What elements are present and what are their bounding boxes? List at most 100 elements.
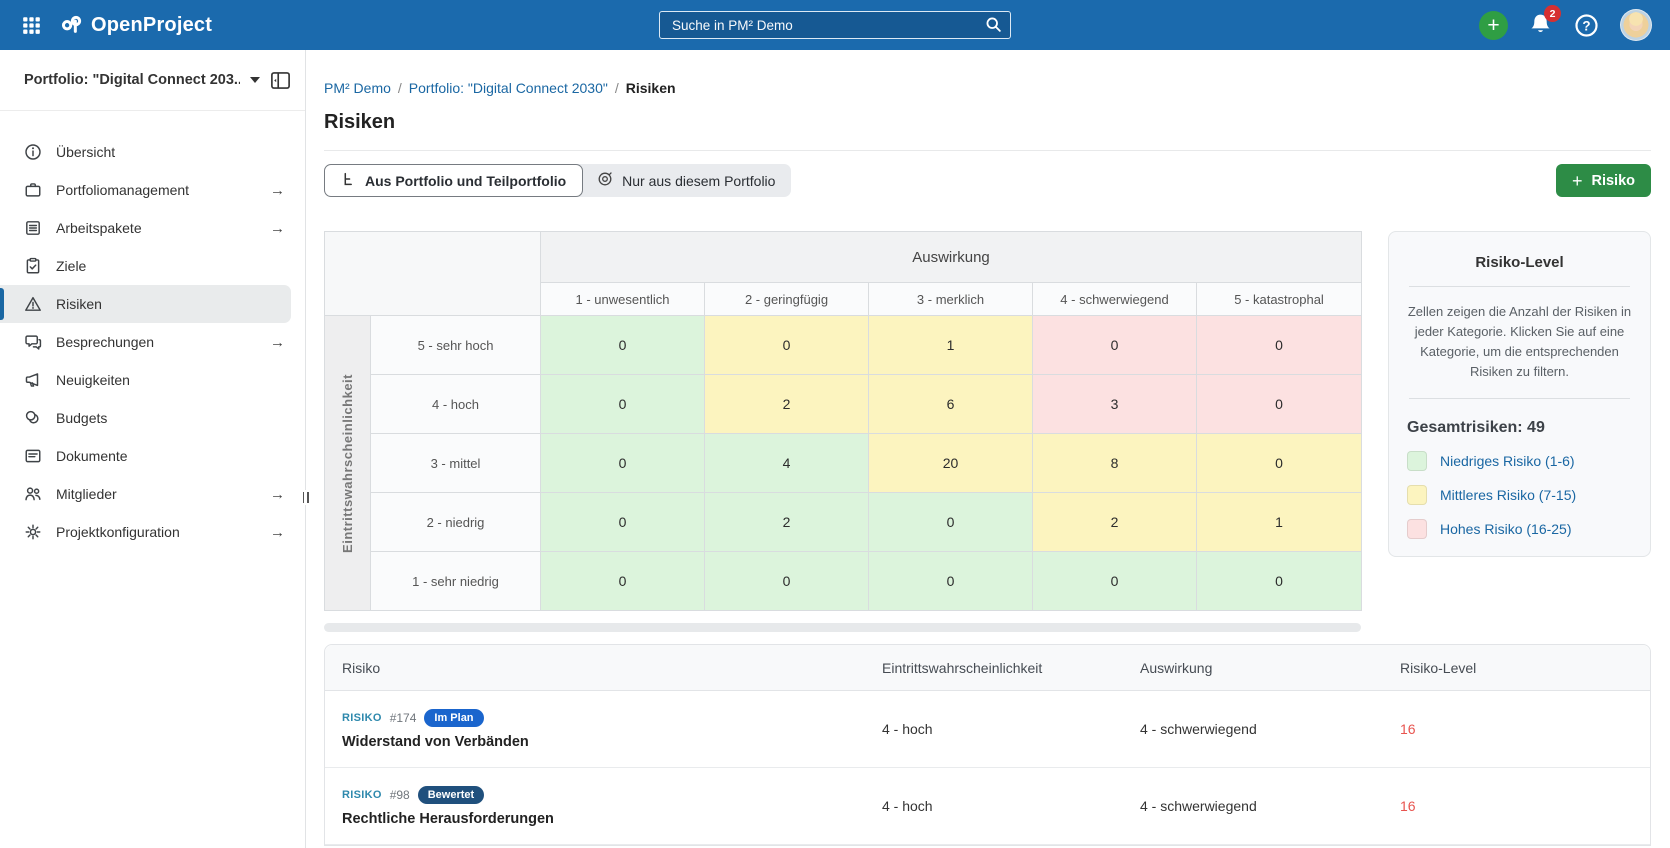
legend-item-low-risk[interactable]: Niedriges Risiko (1-6): [1407, 451, 1632, 471]
search-icon[interactable]: [985, 16, 1002, 38]
sidebar-item-mitglieder[interactable]: Mitglieder→: [0, 475, 305, 513]
matrix-cell-3-mittel-x-5-katastrophal[interactable]: 0: [1197, 434, 1362, 493]
matrix-cell-2-niedrig-x-1-unwesentlich[interactable]: 0: [541, 493, 705, 552]
sidebar-item-budgets[interactable]: Budgets: [0, 399, 305, 437]
user-avatar[interactable]: [1620, 9, 1652, 41]
arrow-right-icon[interactable]: →: [270, 486, 285, 503]
breadcrumb-item-pm-demo[interactable]: PM² Demo: [324, 80, 391, 96]
sidebar-item-label: Budgets: [56, 410, 107, 426]
warning-triangle-icon: [24, 295, 42, 313]
sidebar-item-ziele[interactable]: Ziele: [0, 247, 305, 285]
sidebar-item-risiken[interactable]: Risiken: [0, 285, 291, 323]
sidebar-item-besprechungen[interactable]: Besprechungen →: [0, 323, 305, 361]
risk-row-rechtliche-herausforderungen[interactable]: RISIKO#98BewertetRechtliche Herausforder…: [325, 768, 1650, 845]
breadcrumb-separator: /: [398, 80, 402, 96]
matrix-cell-4-hoch-x-2-geringfugig[interactable]: 2: [705, 375, 869, 434]
panel-divider: [1409, 398, 1630, 399]
risk-title[interactable]: Rechtliche Herausforderungen: [342, 811, 865, 827]
status-badge[interactable]: Bewertet: [418, 786, 484, 804]
matrix-cell-5-sehr-hoch-x-4-schwerwiegend[interactable]: 0: [1033, 316, 1197, 375]
status-badge[interactable]: Im Plan: [424, 709, 483, 727]
matrix-cell-1-sehr-niedrig-x-5-katastrophal[interactable]: 0: [1197, 552, 1362, 611]
matrix-cell-1-sehr-niedrig-x-3-merklich[interactable]: 0: [869, 552, 1033, 611]
legend-item-high-risk[interactable]: Hohes Risiko (16-25): [1407, 519, 1632, 539]
work-package-id[interactable]: #98: [390, 788, 410, 802]
chevron-down-icon[interactable]: [250, 77, 260, 83]
sidebar-item-label: Besprechungen: [56, 334, 154, 350]
arrow-right-icon[interactable]: →: [270, 182, 285, 199]
matrix-impact-level-label: 4 - schwerwiegend: [1033, 283, 1197, 316]
matrix-cell-2-niedrig-x-2-geringfugig[interactable]: 2: [705, 493, 869, 552]
matrix-cell-1-sehr-niedrig-x-4-schwerwiegend[interactable]: 0: [1033, 552, 1197, 611]
matrix-cell-2-niedrig-x-5-katastrophal[interactable]: 1: [1197, 493, 1362, 552]
matrix-cell-3-mittel-x-3-merklich[interactable]: 20: [869, 434, 1033, 493]
sidebar-item-projektkonfiguration[interactable]: Projektkonfiguration→: [0, 513, 305, 551]
breadcrumb-item-risiken: Risiken: [626, 80, 676, 96]
notifications-button[interactable]: 2: [1529, 12, 1553, 38]
document-icon: [24, 447, 42, 465]
matrix-cell-2-niedrig-x-4-schwerwiegend[interactable]: 2: [1033, 493, 1197, 552]
gear-icon: [24, 523, 42, 541]
legend-label[interactable]: Mittleres Risiko (7-15): [1440, 487, 1576, 503]
matrix-cell-5-sehr-hoch-x-2-geringfugig[interactable]: 0: [705, 316, 869, 375]
matrix-cell-5-sehr-hoch-x-5-katastrophal[interactable]: 0: [1197, 316, 1362, 375]
matrix-horizontal-scrollbar[interactable]: [324, 623, 1361, 632]
risk-main-cell: RISIKO#98BewertetRechtliche Herausforder…: [325, 786, 865, 827]
sidebar-item-ubersicht[interactable]: Übersicht: [0, 133, 305, 171]
sidebar-resize-handle[interactable]: [302, 490, 310, 505]
matrix-cell-4-hoch-x-1-unwesentlich[interactable]: 0: [541, 375, 705, 434]
matrix-cell-3-mittel-x-2-geringfugig[interactable]: 4: [705, 434, 869, 493]
risk-main-cell: RISIKO#174Im PlanWiderstand von Verbände…: [325, 709, 865, 750]
openproject-logo[interactable]: OpenProject: [60, 13, 212, 38]
risk-impact: 4 - schwerwiegend: [1123, 798, 1383, 814]
matrix-cell-4-hoch-x-5-katastrophal[interactable]: 0: [1197, 375, 1362, 434]
coins-icon: [24, 409, 42, 427]
risk-title[interactable]: Widerstand von Verbänden: [342, 734, 865, 750]
sidebar-item-arbeitspakete[interactable]: Arbeitspakete →: [0, 209, 305, 247]
matrix-cell-3-mittel-x-1-unwesentlich[interactable]: 0: [541, 434, 705, 493]
arrow-right-icon[interactable]: →: [270, 524, 285, 541]
arrow-right-icon[interactable]: →: [270, 334, 285, 351]
work-package-id[interactable]: #174: [390, 711, 417, 725]
sidebar-item-label: Arbeitspakete: [56, 220, 142, 236]
quick-add-button[interactable]: +: [1479, 11, 1508, 40]
add-risk-button[interactable]: + Risiko: [1556, 164, 1651, 197]
legend-label[interactable]: Niedriges Risiko (1-6): [1440, 453, 1575, 469]
matrix-cell-1-sehr-niedrig-x-2-geringfugig[interactable]: 0: [705, 552, 869, 611]
matrix-cell-4-hoch-x-4-schwerwiegend[interactable]: 3: [1033, 375, 1197, 434]
sidebar-item-label: Neuigkeiten: [56, 372, 130, 388]
risk-level-panel-title: Risiko-Level: [1407, 254, 1632, 271]
breadcrumb-item-portfolio-digital-connect-2030[interactable]: Portfolio: "Digital Connect 2030": [409, 80, 608, 96]
scope-portfolio-and-sub-button[interactable]: Aus Portfolio und Teilportfolio: [324, 164, 583, 197]
project-selector[interactable]: Portfolio: "Digital Connect 203...: [24, 72, 240, 88]
matrix-cell-1-sehr-niedrig-x-1-unwesentlich[interactable]: 0: [541, 552, 705, 611]
arrow-right-icon[interactable]: →: [270, 220, 285, 237]
matrix-impact-level-label: 2 - geringfügig: [705, 283, 869, 316]
matrix-cell-5-sehr-hoch-x-3-merklich[interactable]: 1: [869, 316, 1033, 375]
sidebar-item-neuigkeiten[interactable]: Neuigkeiten: [0, 361, 305, 399]
collapse-sidebar-icon[interactable]: [270, 71, 291, 90]
matrix-cell-3-mittel-x-4-schwerwiegend[interactable]: 8: [1033, 434, 1197, 493]
apps-grid-icon[interactable]: [16, 10, 46, 40]
matrix-corner-cell: [325, 232, 541, 316]
sidebar-item-dokumente[interactable]: Dokumente: [0, 437, 305, 475]
legend-label[interactable]: Hohes Risiko (16-25): [1440, 521, 1572, 537]
scope-this-portfolio-button[interactable]: Nur aus diesem Portfolio: [577, 164, 791, 197]
legend-item-medium-risk[interactable]: Mittleres Risiko (7-15): [1407, 485, 1632, 505]
target-icon: [597, 171, 613, 190]
risk-level-legend: Niedriges Risiko (1-6) Mittleres Risiko (…: [1407, 451, 1632, 539]
sidebar-item-portfoliomanagement[interactable]: Portfoliomanagement→: [0, 171, 305, 209]
matrix-cell-5-sehr-hoch-x-1-unwesentlich[interactable]: 0: [541, 316, 705, 375]
legend-swatch-low: [1407, 451, 1427, 471]
column-header-auswirkung: Auswirkung: [1123, 660, 1383, 676]
notification-count-badge: 2: [1544, 5, 1561, 22]
matrix-cell-4-hoch-x-3-merklich[interactable]: 6: [869, 375, 1033, 434]
risk-matrix: Auswirkung1 - unwesentlich2 - geringfügi…: [324, 231, 1362, 611]
search-input[interactable]: [659, 11, 1011, 39]
title-divider: [324, 150, 1651, 151]
help-button[interactable]: ?: [1574, 13, 1599, 38]
matrix-probability-level-label: 4 - hoch: [371, 375, 541, 434]
legend-swatch-high: [1407, 519, 1427, 539]
risk-row-widerstand-von-verbanden[interactable]: RISIKO#174Im PlanWiderstand von Verbände…: [325, 691, 1650, 768]
matrix-cell-2-niedrig-x-3-merklich[interactable]: 0: [869, 493, 1033, 552]
